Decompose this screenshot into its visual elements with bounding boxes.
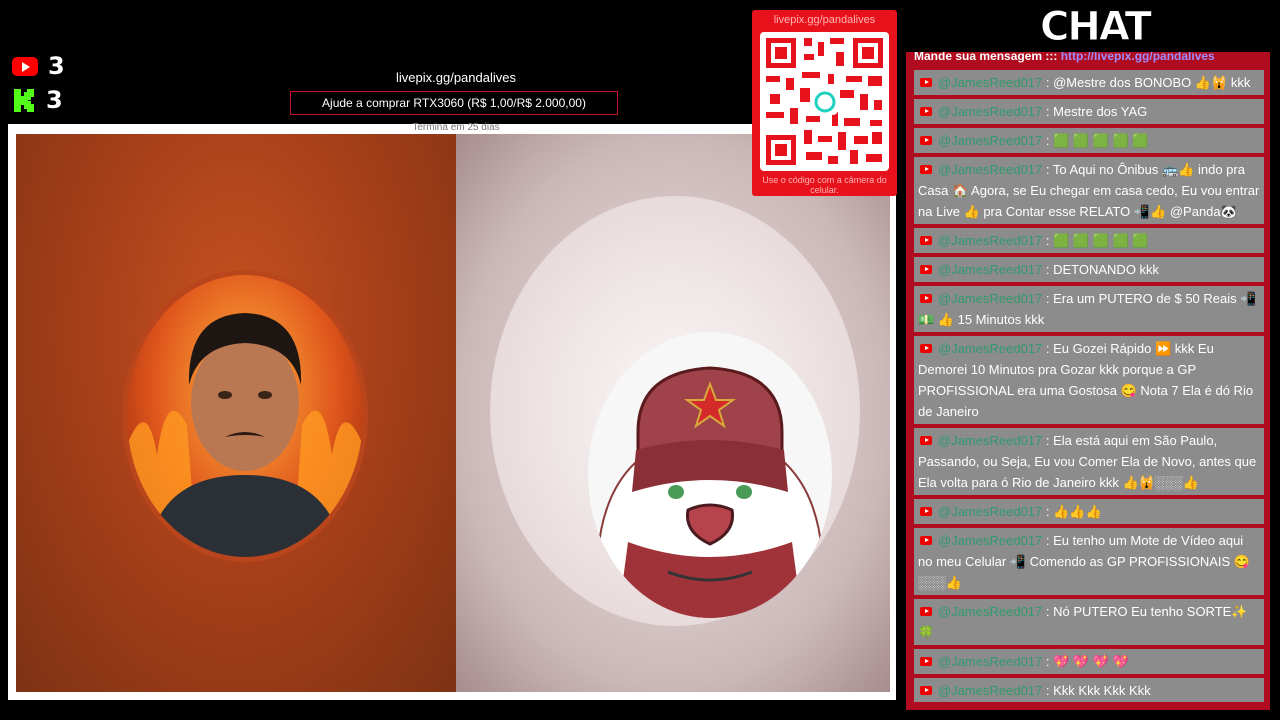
chat-message: @JamesReed017 : Eu Gozei Rápido ⏩ kkk Eu…: [914, 336, 1264, 424]
youtube-viewer-count: 3: [48, 52, 65, 80]
chat-message: @JamesReed017 : 💖 💖 💖 💖: [914, 649, 1264, 674]
avatar-halo: [490, 196, 860, 626]
chat-message-text: 🟩 🟩 🟩 🟩 🟩: [1053, 233, 1149, 248]
chat-message-text: Kkk Kkk Kkk Kkk: [1053, 683, 1151, 698]
donation-goal-text: Ajude a comprar RTX3060 (R$ 1,00/R$ 2.00…: [322, 96, 586, 110]
qr-donation-card[interactable]: livepix.gg/pandalives Use o código com a…: [752, 10, 897, 196]
chat-separator: :: [1042, 233, 1054, 248]
chat-message: @JamesReed017 : Mestre dos YAG: [914, 99, 1264, 124]
chat-username[interactable]: @JamesReed017: [938, 654, 1042, 669]
chat-separator: :: [1042, 654, 1054, 669]
chat-message-text: 🟩 🟩 🟩 🟩 🟩: [1053, 133, 1149, 148]
chat-message: @JamesReed017 : @Mestre dos BONOBO 👍🙀 kk…: [914, 70, 1264, 95]
chat-username[interactable]: @JamesReed017: [938, 233, 1042, 248]
chat-username[interactable]: @JamesReed017: [938, 133, 1042, 148]
kick-viewer-counter: 3: [12, 86, 63, 114]
youtube-icon: [920, 507, 932, 517]
streamer-portrait: [122, 270, 368, 562]
chat-separator: :: [1042, 683, 1054, 698]
chat-separator: :: [1042, 75, 1054, 90]
chat-box[interactable]: Mande sua mensagem ::: http://livepix.gg…: [906, 52, 1270, 710]
chat-message-text: Mestre dos YAG: [1053, 104, 1148, 119]
chat-prompt-text: Mande sua mensagem :::: [914, 52, 1061, 63]
chat-message: @JamesReed017 : 🟩 🟩 🟩 🟩 🟩: [914, 128, 1264, 153]
chat-message: @JamesReed017 : Era um PUTERO de $ 50 Re…: [914, 286, 1264, 332]
chat-username[interactable]: @JamesReed017: [938, 75, 1042, 90]
chat-username[interactable]: @JamesReed017: [938, 433, 1042, 448]
chat-separator: :: [1042, 133, 1054, 148]
donation-goal-deadline: Termina em 25 dias: [412, 122, 500, 133]
video-frame: [8, 124, 896, 700]
chat-username[interactable]: @JamesReed017: [938, 683, 1042, 698]
youtube-icon: [920, 107, 932, 117]
chat-username[interactable]: @JamesReed017: [938, 104, 1042, 119]
chat-message: @JamesReed017 : Eu tenho um Mote de Víde…: [914, 528, 1264, 595]
chat-prompt-link[interactable]: http://livepix.gg/pandalives: [1061, 52, 1215, 63]
kick-viewer-count: 3: [46, 86, 63, 114]
bear-avatar: [588, 332, 832, 618]
youtube-icon: [920, 165, 932, 175]
chat-username[interactable]: @JamesReed017: [938, 341, 1042, 356]
youtube-icon: [920, 294, 932, 304]
streamer-panel: [16, 134, 456, 692]
donation-url: livepix.gg/pandalives: [396, 70, 516, 85]
chat-message: @JamesReed017 : Nó PUTERO Eu tenho SORTE…: [914, 599, 1264, 645]
chat-separator: :: [1042, 504, 1054, 519]
chat-username[interactable]: @JamesReed017: [938, 262, 1042, 277]
chat-message-text: 👍👍👍: [1053, 504, 1102, 519]
chat-separator: :: [1042, 104, 1054, 119]
chat-separator: :: [1042, 341, 1054, 356]
youtube-icon: [920, 236, 932, 246]
donation-goal-bar: Ajude a comprar RTX3060 (R$ 1,00/R$ 2.00…: [290, 91, 618, 115]
chat-prompt: Mande sua mensagem ::: http://livepix.gg…: [914, 52, 1264, 64]
youtube-icon: [920, 536, 932, 546]
chat-username[interactable]: @JamesReed017: [938, 504, 1042, 519]
chat-username[interactable]: @JamesReed017: [938, 533, 1042, 548]
chat-message-text: @Mestre dos BONOBO 👍🙀 kkk: [1053, 75, 1251, 90]
chat-title: CHAT: [1040, 4, 1153, 51]
chat-separator: :: [1042, 162, 1053, 177]
youtube-icon: [12, 56, 38, 76]
chat-message: @JamesReed017 : DETONANDO kkk: [914, 257, 1264, 282]
youtube-icon: [920, 607, 932, 617]
chat-username[interactable]: @JamesReed017: [938, 604, 1042, 619]
youtube-icon: [920, 78, 932, 88]
chat-username[interactable]: @JamesReed017: [938, 162, 1042, 177]
chat-message-text: 💖 💖 💖 💖: [1053, 654, 1129, 669]
chat-message: @JamesReed017 : Ela está aqui em São Pau…: [914, 428, 1264, 495]
youtube-icon: [920, 136, 932, 146]
qr-code-icon: [760, 32, 889, 171]
chat-message-list[interactable]: Mande sua mensagem ::: http://livepix.gg…: [914, 52, 1264, 702]
chat-message-text: DETONANDO kkk: [1053, 262, 1160, 277]
chat-separator: :: [1042, 291, 1054, 306]
chat-username[interactable]: @JamesReed017: [938, 291, 1042, 306]
qr-hint: Use o código com a câmera do celular.: [762, 175, 887, 195]
youtube-viewer-counter: 3: [12, 52, 65, 80]
chat-separator: :: [1042, 262, 1054, 277]
avatar-panel: [456, 134, 890, 692]
chat-message: @JamesReed017 : Kkk Kkk Kkk Kkk: [914, 678, 1264, 702]
chat-separator: :: [1042, 533, 1054, 548]
chat-separator: :: [1042, 433, 1054, 448]
youtube-icon: [920, 657, 932, 667]
chat-message: @JamesReed017 : 👍👍👍: [914, 499, 1264, 524]
youtube-icon: [920, 344, 932, 354]
youtube-icon: [920, 265, 932, 275]
youtube-icon: [920, 686, 932, 696]
youtube-icon: [920, 436, 932, 446]
chat-separator: :: [1042, 604, 1054, 619]
chat-message: @JamesReed017 : To Aqui no Ônibus 🚌👍 ind…: [914, 157, 1264, 224]
kick-icon: [12, 88, 36, 112]
chat-message: @JamesReed017 : 🟩 🟩 🟩 🟩 🟩: [914, 228, 1264, 253]
qr-url: livepix.gg/pandalives: [773, 14, 876, 26]
